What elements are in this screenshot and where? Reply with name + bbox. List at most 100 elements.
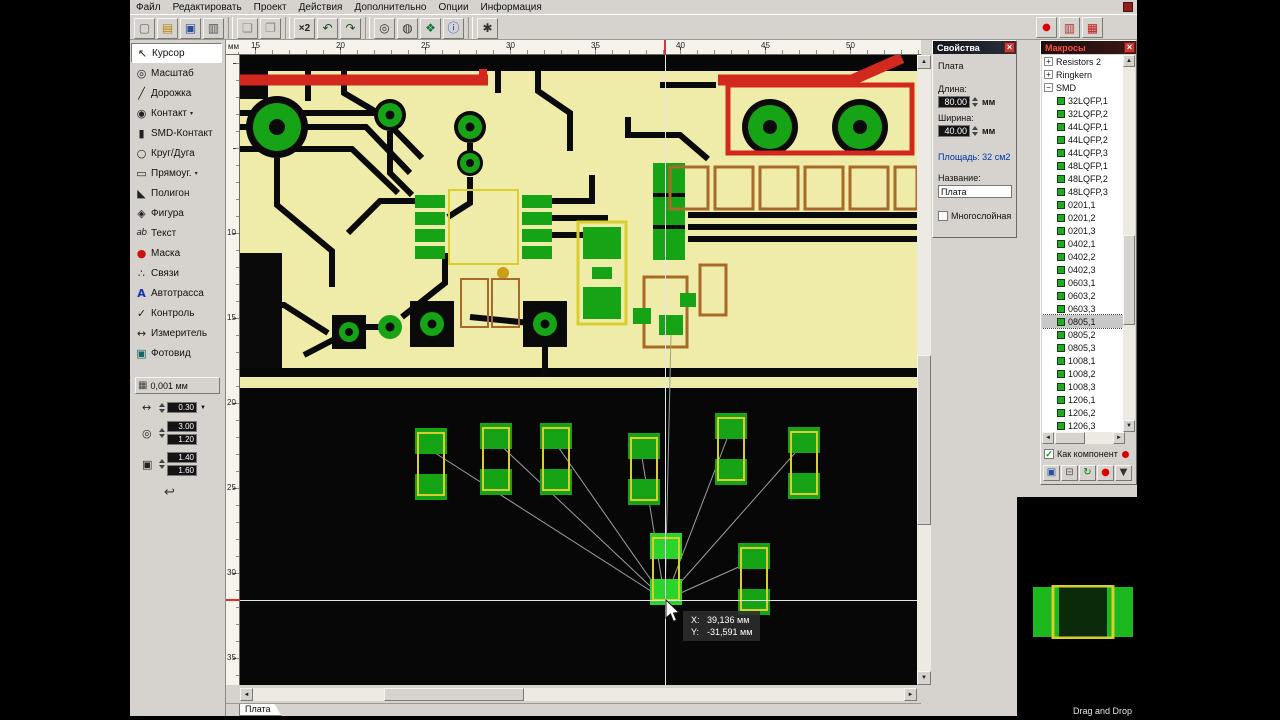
tree-item[interactable]: 0201,1 bbox=[1042, 198, 1125, 211]
tree-item[interactable]: 0603,1 bbox=[1042, 276, 1125, 289]
tool-button[interactable]: ↔ Измеритель ▾ bbox=[130, 323, 225, 343]
tool-button[interactable]: ab Текст ▾ bbox=[130, 223, 225, 243]
menu-item[interactable]: Редактировать bbox=[167, 1, 248, 14]
tool-button[interactable]: ▭ Прямоуг. ▾ bbox=[130, 163, 225, 183]
tool-button[interactable]: ◣ Полигон ▾ bbox=[130, 183, 225, 203]
menu-item[interactable]: Информация bbox=[475, 1, 548, 14]
tree-item[interactable]: 44LQFP,3 bbox=[1042, 146, 1125, 159]
tree-item[interactable]: 1206,1 bbox=[1042, 393, 1125, 406]
tree-item[interactable]: 48LQFP,1 bbox=[1042, 159, 1125, 172]
tree-item[interactable]: 32LQFP,1 bbox=[1042, 94, 1125, 107]
width-input[interactable] bbox=[938, 125, 970, 137]
menu-item[interactable]: Проект bbox=[248, 1, 293, 14]
macro-tool-button[interactable]: ▣ bbox=[1043, 465, 1060, 481]
toolbar-button[interactable]: ✱ bbox=[477, 17, 498, 39]
canvas-horizontal-scrollbar[interactable]: ◄ ► bbox=[240, 688, 917, 701]
tool-button[interactable]: ▣ Фотовид ▾ bbox=[130, 343, 225, 363]
toolbar-button[interactable]: ×2 bbox=[294, 17, 315, 39]
toolbar-button[interactable]: ❐ bbox=[260, 17, 281, 39]
toolbar-button[interactable]: ▥ bbox=[1059, 17, 1080, 38]
tree-expander-icon[interactable]: + bbox=[1044, 70, 1053, 79]
return-arrow-icon[interactable]: ↩ bbox=[164, 485, 180, 500]
menu-item[interactable]: Дополнительно bbox=[348, 1, 432, 14]
scroll-left-button[interactable]: ◄ bbox=[1042, 432, 1054, 444]
close-icon[interactable]: × bbox=[1004, 42, 1015, 53]
multilayer-checkbox[interactable] bbox=[938, 211, 948, 221]
chevron-down-icon[interactable]: ▾ bbox=[190, 110, 193, 117]
track-width-value[interactable]: 0.30 bbox=[167, 402, 197, 413]
vertical-scroll-thumb[interactable] bbox=[917, 355, 931, 525]
smd-size-spinner[interactable] bbox=[159, 459, 165, 469]
tool-button[interactable]: ✓ Контроль ▾ bbox=[130, 303, 225, 323]
tree-item[interactable]: 0805,3 bbox=[1042, 341, 1125, 354]
tree-item[interactable]: + Ringkern bbox=[1042, 68, 1125, 81]
tree-vertical-scrollbar[interactable]: ▲ ▼ bbox=[1123, 55, 1135, 432]
grid-step-button[interactable]: ▦ 0,001 мм bbox=[135, 377, 220, 394]
tree-item[interactable]: 44LQFP,1 bbox=[1042, 120, 1125, 133]
macro-tool-button[interactable]: ⊟ bbox=[1061, 465, 1078, 481]
tool-button[interactable]: ○ Круг/Дуга ▾ bbox=[130, 143, 225, 163]
toolbar-button[interactable]: ↷ bbox=[340, 17, 361, 39]
tree-item[interactable]: 32LQFP,2 bbox=[1042, 107, 1125, 120]
tool-button[interactable]: A Автотрасса ▾ bbox=[130, 283, 225, 303]
tree-item[interactable]: + Resistors 2 bbox=[1042, 55, 1125, 68]
tree-item[interactable]: 44LQFP,2 bbox=[1042, 133, 1125, 146]
toolbar-button[interactable]: ▢ bbox=[134, 17, 155, 39]
toolbar-button[interactable]: ◍ bbox=[397, 17, 418, 39]
tool-button[interactable]: ╱ Дорожка ▾ bbox=[130, 83, 225, 103]
menu-item[interactable]: Действия bbox=[293, 1, 349, 14]
scroll-right-button[interactable]: ► bbox=[904, 688, 917, 701]
scroll-up-button[interactable]: ▲ bbox=[917, 55, 931, 69]
tree-item[interactable]: 1008,1 bbox=[1042, 354, 1125, 367]
tree-item[interactable]: 48LQFP,3 bbox=[1042, 185, 1125, 198]
canvas-vertical-scrollbar[interactable]: ▲ ▼ bbox=[917, 55, 931, 685]
length-spinner[interactable] bbox=[972, 97, 978, 107]
tree-item[interactable]: 1206,3 bbox=[1042, 419, 1125, 432]
length-input[interactable] bbox=[938, 96, 970, 108]
toolbar-button[interactable]: ❏ bbox=[237, 17, 258, 39]
toolbar-button[interactable]: ❖ bbox=[420, 17, 441, 39]
tree-expander-icon[interactable]: + bbox=[1044, 57, 1053, 66]
board-tab[interactable]: Плата bbox=[239, 704, 282, 716]
horizontal-scroll-thumb[interactable] bbox=[384, 688, 524, 701]
macro-tool-button[interactable]: ↻ bbox=[1079, 465, 1096, 481]
tool-button[interactable]: ◉ Контакт ▾ bbox=[130, 103, 225, 123]
tool-button[interactable]: ▮ SMD-Контакт ▾ bbox=[130, 123, 225, 143]
tree-horizontal-scrollbar[interactable]: ◄ ► bbox=[1042, 432, 1125, 444]
tree-item[interactable]: 1206,2 bbox=[1042, 406, 1125, 419]
tree-item[interactable]: 1008,2 bbox=[1042, 367, 1125, 380]
tree-item[interactable]: 0402,1 bbox=[1042, 237, 1125, 250]
tree-expander-icon[interactable]: − bbox=[1044, 83, 1053, 92]
tree-item[interactable]: 1008,3 bbox=[1042, 380, 1125, 393]
toolbar-button[interactable]: ↶ bbox=[317, 17, 338, 39]
toolbar-button[interactable]: ▥ bbox=[203, 17, 224, 39]
pad-size-spinner[interactable] bbox=[159, 428, 165, 438]
toolbar-button[interactable]: ▤ bbox=[157, 17, 178, 39]
smd-height-value[interactable]: 1.60 bbox=[167, 465, 197, 476]
tree-item[interactable]: 0402,2 bbox=[1042, 250, 1125, 263]
tool-button[interactable]: ↖ Курсор ▾ bbox=[131, 43, 222, 63]
macro-tool-button[interactable]: ● bbox=[1097, 465, 1114, 481]
tree-item[interactable]: 0805,2 bbox=[1042, 328, 1125, 341]
tree-item[interactable]: 0201,3 bbox=[1042, 224, 1125, 237]
toolbar-button[interactable]: ◎ bbox=[374, 17, 395, 39]
tree-item[interactable]: 48LQFP,2 bbox=[1042, 172, 1125, 185]
chevron-down-icon[interactable]: ▾ bbox=[195, 170, 198, 177]
tree-item[interactable]: 0402,3 bbox=[1042, 263, 1125, 276]
vertical-scroll-thumb[interactable] bbox=[1123, 235, 1135, 325]
pad-outer-value[interactable]: 3.00 bbox=[167, 421, 197, 432]
tree-item[interactable]: 0201,2 bbox=[1042, 211, 1125, 224]
toolbar-button[interactable]: ▦ bbox=[1082, 17, 1103, 38]
toolbar-button[interactable]: ● bbox=[1036, 17, 1057, 38]
tool-button[interactable]: ◈ Фигура ▾ bbox=[130, 203, 225, 223]
tree-item[interactable]: − SMD bbox=[1042, 81, 1125, 94]
toolbar-button[interactable]: ⓘ bbox=[443, 17, 464, 39]
close-icon[interactable]: × bbox=[1124, 42, 1135, 53]
chevron-down-icon[interactable]: ▼ bbox=[200, 405, 206, 411]
macro-preview[interactable]: Drag and Drop bbox=[1017, 497, 1137, 720]
tree-item[interactable]: 0805,1 bbox=[1042, 314, 1125, 329]
smd-width-value[interactable]: 1.40 bbox=[167, 452, 197, 463]
macro-tool-button[interactable]: ▼ bbox=[1115, 465, 1132, 481]
as-component-checkbox[interactable]: ✓ bbox=[1044, 449, 1054, 459]
scroll-right-button[interactable]: ► bbox=[1113, 432, 1125, 444]
